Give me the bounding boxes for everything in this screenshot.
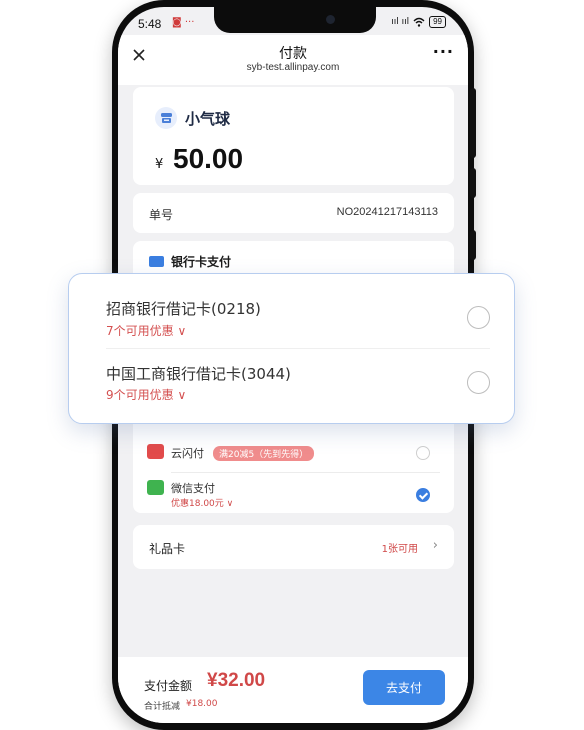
pay-amount: ¥32.00 xyxy=(207,670,266,691)
promo-tag: 满20减5（先到先得） xyxy=(213,446,315,461)
divider xyxy=(106,348,490,349)
bank-card-promo[interactable]: 9个可用优惠 ∨ xyxy=(106,386,186,403)
divider xyxy=(171,472,440,473)
notification-icons: ◙ ··· xyxy=(172,17,195,28)
merchant-card: 小气球 ¥ 50.00 xyxy=(133,87,454,185)
unionpay-icon xyxy=(147,444,164,459)
gift-card-label: 礼品卡 xyxy=(149,542,186,556)
bank-card-popup: 招商银行借记卡(0218) 7个可用优惠 ∨ 中国工商银行借记卡(3044) 9… xyxy=(68,273,515,424)
bank-card-header: 银行卡支付 xyxy=(171,255,232,269)
order-number: NO20241217143113 xyxy=(336,206,438,218)
bank-card-name[interactable]: 中国工商银行借记卡(3044) xyxy=(106,363,291,384)
order-amount: 50.00 xyxy=(173,143,244,174)
nav-bar: 付款 syb-test.allinpay.com ··· xyxy=(118,35,468,85)
page-url: syb-test.allinpay.com xyxy=(246,62,340,73)
chevron-right-icon: › xyxy=(432,538,438,553)
order-number-row: 单号 NO20241217143113 xyxy=(133,193,454,233)
bottom-pay-bar: 支付金额 ¥32.00 合计抵减 ¥18.00 去支付 xyxy=(118,657,468,723)
discount-label: 合计抵减 xyxy=(144,702,181,712)
page-title: 付款 xyxy=(279,46,307,62)
merchant-name: 小气球 xyxy=(185,110,231,128)
gift-card-row[interactable]: 礼品卡 1张可用 › xyxy=(133,525,454,569)
status-right-icons: ııl ııl 99 xyxy=(391,16,446,28)
bank-card-radio[interactable] xyxy=(467,371,490,394)
payment-option-unionpay[interactable]: 云闪付 满20减5（先到先得） xyxy=(147,441,440,469)
bank-card-icon xyxy=(149,256,164,267)
wechat-pay-icon xyxy=(147,480,164,495)
pay-button[interactable]: 去支付 xyxy=(363,670,445,705)
phone-side-button xyxy=(470,230,476,260)
bank-card-radio[interactable] xyxy=(467,306,490,329)
bank-card-promo[interactable]: 7个可用优惠 ∨ xyxy=(106,322,186,339)
shop-icon xyxy=(155,107,177,129)
order-label: 单号 xyxy=(149,208,174,222)
pay-amount-label: 支付金额 xyxy=(144,679,193,693)
wechat-radio-checked[interactable] xyxy=(416,488,430,502)
bank-card-name[interactable]: 招商银行借记卡(0218) xyxy=(106,298,261,319)
wechat-discount[interactable]: 优惠18.00元 ∨ xyxy=(171,496,233,509)
currency-symbol: ¥ xyxy=(155,157,164,172)
gift-card-count: 1张可用 xyxy=(381,544,418,555)
camera-icon xyxy=(326,15,335,24)
phone-side-button xyxy=(470,168,476,198)
payment-option-name: 云闪付 xyxy=(171,447,204,460)
battery-icon: 99 xyxy=(429,16,446,28)
status-time: 5:48 xyxy=(138,17,162,31)
wifi-icon xyxy=(413,17,425,27)
signal-icon: ııl ııl xyxy=(391,17,410,27)
payment-option-wechat[interactable]: 微信支付 优惠18.00元 ∨ xyxy=(147,477,440,511)
more-icon[interactable]: ··· xyxy=(433,44,454,60)
phone-notch xyxy=(214,7,376,33)
unionpay-radio[interactable] xyxy=(416,446,430,460)
discount-value: ¥18.00 xyxy=(186,699,218,709)
payment-option-name: 微信支付 xyxy=(171,482,215,495)
phone-side-button xyxy=(470,88,476,158)
